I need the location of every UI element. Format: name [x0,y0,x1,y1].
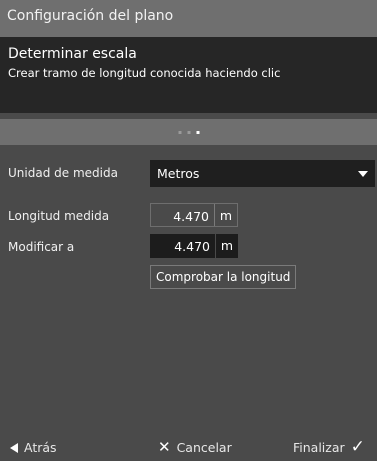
step-subtitle: Crear tramo de longitud conocida haciend… [8,66,281,80]
measured-length-field: 4.470 m [150,203,238,227]
step-indicator [178,131,199,134]
unit-label: Unidad de medida [8,166,118,180]
x-icon: ✕ [158,438,171,456]
measured-length-value: 4.470 [173,209,209,224]
modify-to-value[interactable]: 4.470 [150,234,215,258]
check-icon: ✓ [350,437,365,457]
check-length-button[interactable]: Comprobar la longitud [150,265,297,289]
step-title: Determinar escala [8,46,137,62]
modify-to-unit: m [215,234,238,258]
unit-select-value: Metros [157,166,200,181]
back-button[interactable]: Atrás [10,440,57,455]
modify-to-label: Modificar a [8,240,75,254]
cancel-button[interactable]: ✕ Cancelar [158,438,232,456]
triangle-left-icon [10,442,18,453]
modify-to-input[interactable]: 4.470 m [150,234,238,258]
finish-label: Finalizar [293,440,345,455]
back-label: Atrás [24,440,57,455]
step-progress-band [0,119,377,145]
step-dot-active [196,131,199,134]
measured-length-unit: m [214,204,237,226]
finish-button[interactable]: Finalizar ✓ [293,437,365,457]
window-title: Configuración del plano [7,8,174,24]
unit-select[interactable]: Metros [150,160,375,187]
window-titlebar: Configuración del plano [0,0,377,37]
step-dot [187,131,190,134]
step-dot [178,131,181,134]
footer-bar: Atrás ✕ Cancelar Finalizar ✓ [0,438,377,461]
measured-length-label: Longitud medida [8,209,110,223]
cancel-label: Cancelar [176,440,232,455]
caret-down-icon [358,171,368,177]
step-header: Determinar escala Crear tramo de longitu… [0,37,377,113]
